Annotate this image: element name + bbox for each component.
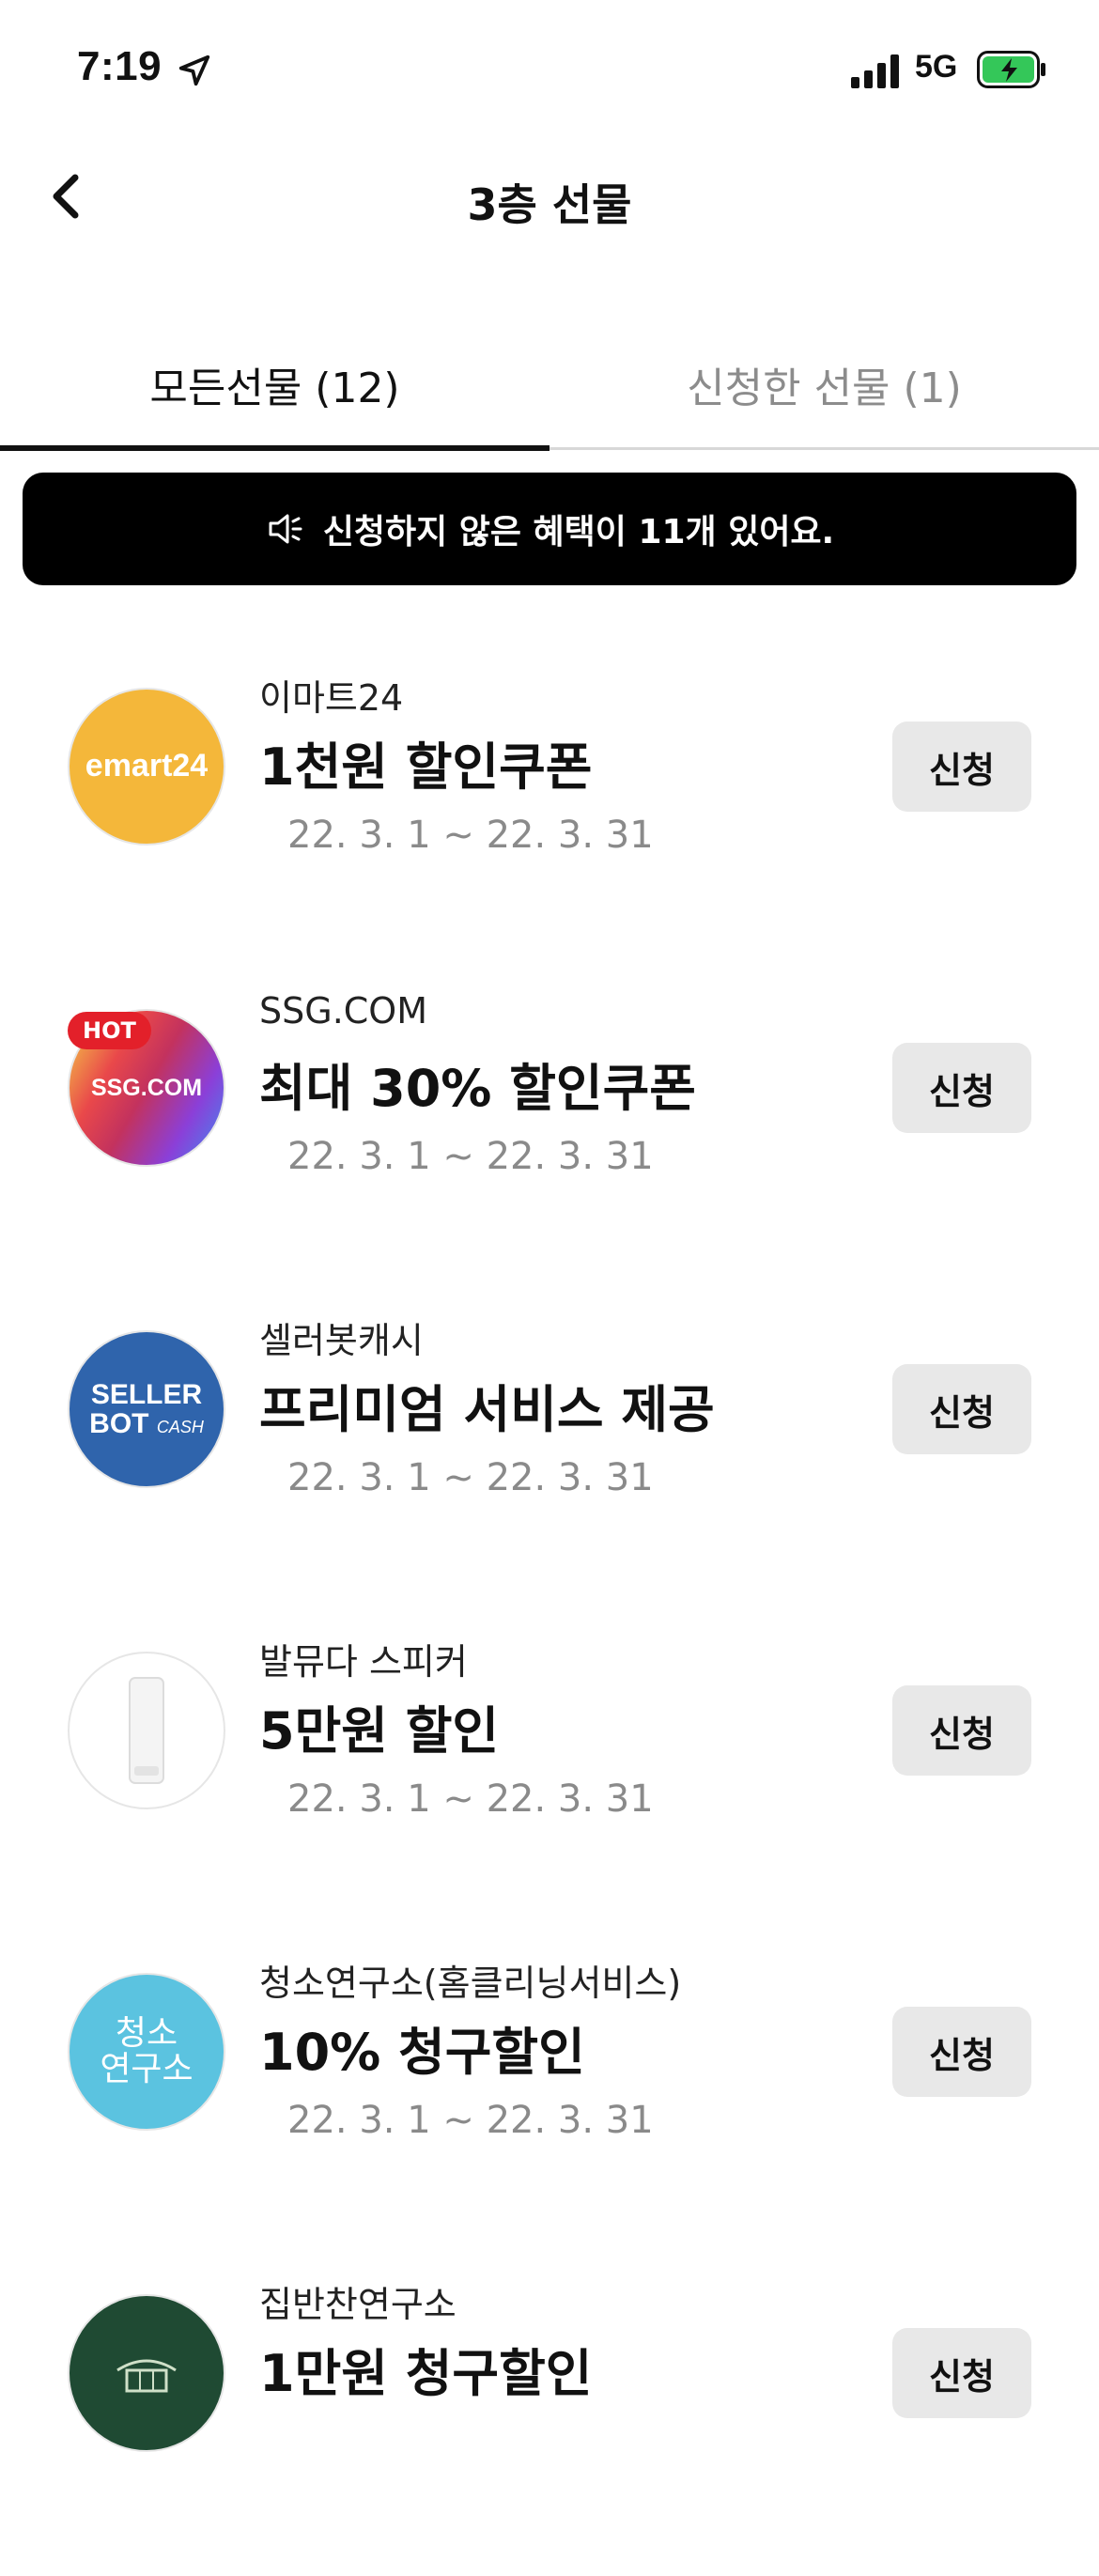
speaker-product-icon: [129, 1677, 164, 1784]
tab-all-gifts[interactable]: 모든선물 (12): [0, 319, 550, 448]
offer-title: 최대 30% 할인쿠폰: [259, 1059, 696, 1118]
brand-name: 집반찬연구소: [259, 2284, 457, 2325]
brand-name: 셀러봇캐시: [259, 1320, 424, 1361]
location-arrow-icon: [178, 54, 210, 86]
brand-name: 발뮤다 스피커: [259, 1641, 468, 1683]
emart24-logo: emart24: [68, 688, 225, 846]
speaker-product-image: [68, 1652, 225, 1809]
apply-button[interactable]: 신청: [892, 2007, 1031, 2097]
cleaning-lab-logo: 청소 연구소: [68, 1973, 225, 2131]
offer-period: 22. 3. 1 ~ 22. 3. 31: [287, 2099, 654, 2142]
brand-name: 이마트24: [259, 677, 404, 719]
offer-title: 1천원 할인쿠폰: [259, 737, 593, 797]
brand-name: 청소연구소(홈클리닝서비스): [259, 1963, 682, 2004]
offer-title: 프리미엄 서비스 제공: [259, 1380, 715, 1439]
logo-text: SSG.COM: [90, 1074, 203, 1101]
apply-button[interactable]: 신청: [892, 1685, 1031, 1776]
logo-wordmark: 청소 연구소: [100, 2016, 193, 2087]
apply-button[interactable]: 신청: [892, 1364, 1031, 1454]
logo-text: 연구소: [100, 2050, 193, 2088]
brand-name: SSG.COM: [259, 990, 427, 1032]
list-item: 집반찬연구소 1만원 청구할인 신청: [0, 2255, 1099, 2576]
status-bar: 7:19 5G: [0, 0, 1099, 141]
list-item: SSG.COM SSG.COM 최대 30% 할인쿠폰 22. 3. 1 ~ 2…: [0, 970, 1099, 1291]
logo-text: emart24: [85, 748, 209, 784]
offer-title: 1만원 청구할인: [259, 2344, 593, 2403]
apply-button[interactable]: 신청: [892, 722, 1031, 812]
offer-period: 22. 3. 1 ~ 22. 3. 31: [287, 814, 654, 857]
hot-badge: HOT: [68, 1012, 151, 1049]
logo-wordmark: SELLER BOT CASH: [89, 1378, 204, 1439]
active-tab-indicator: [0, 445, 550, 451]
battery-charging-icon: [977, 51, 1045, 88]
status-time: 7:19: [77, 43, 163, 89]
tab-bar: 모든선물 (12) 신청한 선물 (1): [0, 319, 1099, 451]
list-item: 청소 연구소 청소연구소(홈클리닝서비스) 10% 청구할인 22. 3. 1 …: [0, 1933, 1099, 2255]
page-title: 3층 선물: [467, 179, 632, 230]
list-item: 발뮤다 스피커 5만원 할인 22. 3. 1 ~ 22. 3. 31 신청: [0, 1612, 1099, 1933]
nav-bar: 3층 선물: [0, 150, 1099, 244]
signal-icon: [851, 54, 899, 88]
apply-button[interactable]: 신청: [892, 1043, 1031, 1133]
notice-banner: 신청하지 않은 혜택이 11개 있어요.: [23, 473, 1076, 585]
network-label: 5G: [915, 49, 958, 85]
offer-title: 5만원 할인: [259, 1701, 500, 1761]
offer-title: 10% 청구할인: [259, 2023, 585, 2082]
offer-period: 22. 3. 1 ~ 22. 3. 31: [287, 1456, 654, 1499]
speaker-icon: [269, 514, 302, 544]
apply-button[interactable]: 신청: [892, 2328, 1031, 2418]
gift-list: emart24 이마트24 1천원 할인쿠폰 22. 3. 1 ~ 22. 3.…: [0, 648, 1099, 2576]
offer-period: 22. 3. 1 ~ 22. 3. 31: [287, 1135, 654, 1178]
logo-text: CASH: [156, 1418, 204, 1436]
list-item: emart24 이마트24 1천원 할인쿠폰 22. 3. 1 ~ 22. 3.…: [0, 648, 1099, 970]
logo-text: 청소: [115, 2014, 178, 2054]
logo-text: BOT: [89, 1408, 149, 1439]
list-item: SELLER BOT CASH 셀러봇캐시 프리미엄 서비스 제공 22. 3.…: [0, 1291, 1099, 1612]
logo-text: SELLER: [90, 1378, 203, 1410]
tab-applied-gifts[interactable]: 신청한 선물 (1): [550, 319, 1099, 448]
notice-text: 신청하지 않은 혜택이 11개 있어요.: [322, 513, 835, 551]
hanok-icon: [116, 2359, 177, 2393]
sellerbot-logo: SELLER BOT CASH: [68, 1330, 225, 1488]
offer-period: 22. 3. 1 ~ 22. 3. 31: [287, 1777, 654, 1821]
side-dish-lab-logo: [68, 2294, 225, 2452]
